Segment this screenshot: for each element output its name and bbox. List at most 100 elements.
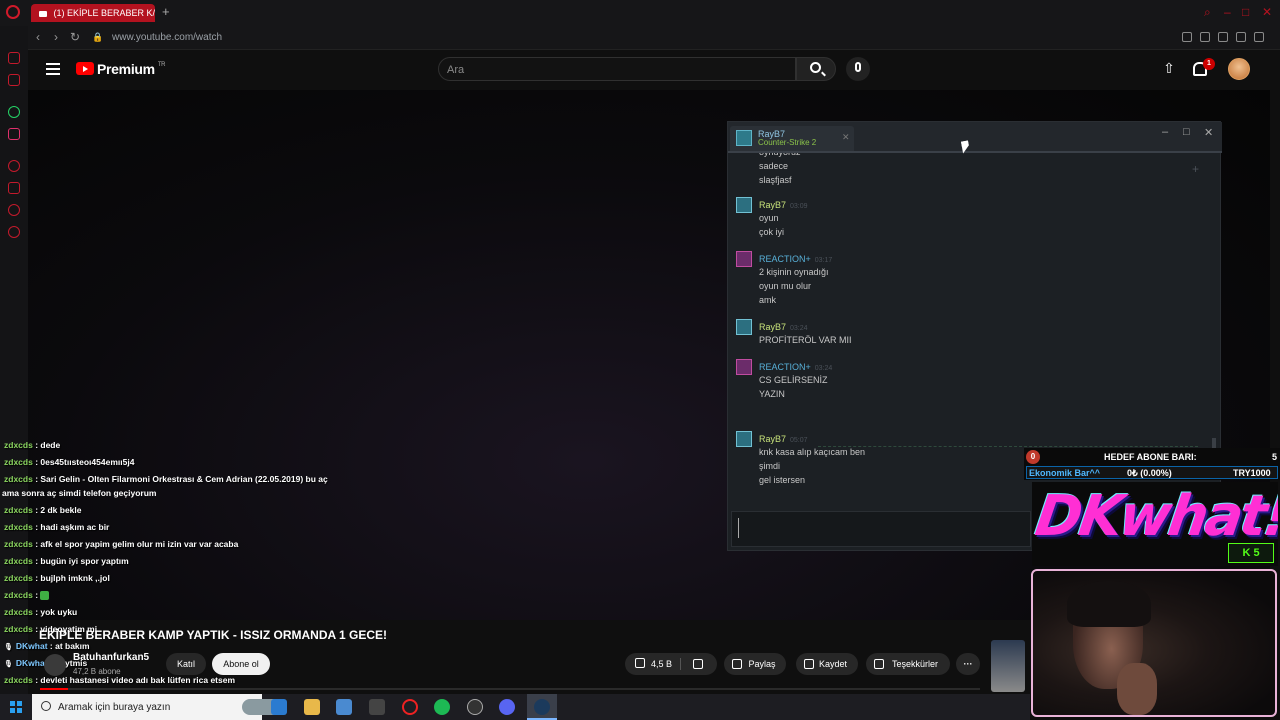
thanks-button[interactable]: Teşekkürler [866, 653, 950, 675]
unread-divider [818, 446, 1198, 447]
search-tabs-icon[interactable]: ⌕ [1204, 5, 1211, 20]
snapshot-icon[interactable] [1200, 32, 1210, 42]
youtube-premium-logo[interactable]: Premium TR [97, 61, 166, 77]
chat-separator: : [32, 590, 41, 600]
capcut-icon[interactable] [369, 699, 385, 715]
windows-icon[interactable] [10, 701, 22, 713]
subscribe-button[interactable]: Abone ol [212, 653, 270, 675]
history-icon[interactable] [8, 204, 20, 216]
chat-username[interactable]: zdxcds [4, 573, 33, 583]
join-button[interactable]: Katıl [166, 653, 206, 675]
message-avatar[interactable] [736, 431, 752, 447]
chat-username[interactable]: zdxcds [4, 590, 33, 600]
chat-username[interactable]: zdxcds [4, 675, 33, 685]
save-button[interactable]: Kaydet [796, 653, 858, 675]
account-avatar[interactable] [1228, 58, 1250, 80]
message-sender[interactable]: RayB7 05:07 [759, 434, 808, 444]
close-icon[interactable]: ✕ [1204, 126, 1213, 139]
message-avatar[interactable] [736, 359, 752, 375]
whatsapp-icon[interactable] [8, 106, 20, 118]
menu-icon[interactable] [46, 63, 60, 75]
message-sender[interactable]: REACTION+ 03:17 [759, 254, 832, 264]
steam-icon [534, 699, 550, 715]
search-input[interactable] [447, 62, 747, 78]
close-window-icon[interactable]: ✕ [1262, 5, 1272, 19]
chat-text: bujlph imknk ,.jol [40, 573, 110, 583]
message-avatar[interactable] [736, 251, 752, 267]
back-icon[interactable]: ‹ [36, 30, 40, 44]
discord-icon[interactable] [499, 699, 515, 715]
forward-icon[interactable]: › [54, 30, 58, 44]
steam-chat-tab[interactable]: RayB7 Counter-Strike 2 ✕ [730, 126, 854, 152]
opera-taskbar-icon[interactable] [402, 699, 418, 715]
chat-username[interactable]: zdxcds [4, 474, 33, 484]
message-sender[interactable]: RayB7 03:24 [759, 322, 808, 332]
task-view-icon[interactable] [271, 699, 287, 715]
like-count[interactable]: 4,5 B [651, 653, 672, 675]
steam-message-input[interactable] [738, 518, 1018, 538]
video-title: EKİPLE BERABER KAMP YAPTIK - ISSIZ ORMAN… [39, 628, 388, 642]
chat-username[interactable]: zdxcds [4, 457, 33, 467]
chat-username[interactable]: zdxcds [4, 607, 33, 617]
chat-username[interactable]: DKwhat [16, 641, 48, 651]
channel-name[interactable]: Batuhanfurkan5 [73, 652, 149, 663]
chat-message: zdxcds : 0es45tıısteoı454emıı5j4 [4, 457, 134, 467]
chat-username[interactable]: zdxcds [4, 440, 33, 450]
browser-tab-youtube[interactable]: (1) EKİPLE BERABER K/ [31, 4, 155, 22]
channel-avatar[interactable] [44, 654, 66, 676]
windows-taskbar [0, 694, 1030, 720]
voice-search-button[interactable] [846, 57, 870, 81]
dislike-icon[interactable] [693, 659, 703, 669]
share-button[interactable]: Paylaş [724, 653, 786, 675]
download-icon[interactable] [1236, 32, 1246, 42]
monitor-app-icon[interactable] [336, 699, 352, 715]
shield-icon[interactable] [1218, 32, 1228, 42]
settings-icon[interactable] [8, 226, 20, 238]
bookmark-icon[interactable] [1182, 32, 1192, 42]
chat-username[interactable]: zdxcds [4, 624, 33, 634]
opera-icon[interactable] [6, 5, 20, 19]
youtube-logo-icon[interactable] [76, 62, 94, 75]
chat-username[interactable]: zdxcds [4, 505, 33, 515]
twitch-icon[interactable] [8, 74, 20, 86]
minimize-icon[interactable]: – [1162, 126, 1168, 138]
close-tab-icon[interactable]: ✕ [842, 132, 850, 143]
goal-amount: TRY1000 [1233, 468, 1271, 478]
message-line: knk kasa alıp kaçıcam ben [759, 447, 866, 457]
chat-username[interactable]: zdxcds [4, 522, 33, 532]
url-field[interactable]: www.youtube.com/watch [112, 32, 222, 43]
related-video-thumbnail[interactable] [991, 640, 1025, 692]
taskbar-search-input[interactable] [58, 699, 208, 715]
broadcaster-badge-icon: 🎙 [4, 661, 13, 668]
reload-icon[interactable]: ↻ [70, 30, 80, 44]
maximize-icon[interactable]: □ [1183, 126, 1190, 138]
new-tab-button[interactable]: + [162, 4, 170, 20]
chat-username[interactable]: zdxcds [4, 556, 33, 566]
chat-username[interactable]: zdxcds [4, 539, 33, 549]
message-avatar[interactable] [736, 319, 752, 335]
message-sender[interactable]: REACTION+ 03:24 [759, 362, 832, 372]
search-button[interactable] [796, 57, 836, 81]
message-avatar[interactable] [736, 197, 752, 213]
spotify-icon[interactable] [434, 699, 450, 715]
music-icon[interactable] [8, 160, 20, 172]
like-icon[interactable] [635, 658, 645, 668]
obs-icon[interactable] [467, 699, 483, 715]
messenger-icon[interactable] [8, 52, 20, 64]
youtube-favicon-icon [39, 10, 47, 17]
maximize-window-icon[interactable]: □ [1242, 5, 1249, 19]
message-sender[interactable]: RayB7 03:09 [759, 200, 808, 210]
file-explorer-icon[interactable] [304, 699, 320, 715]
minimize-window-icon[interactable]: – [1224, 5, 1231, 19]
add-friend-icon[interactable]: + [1192, 162, 1199, 176]
more-actions-button[interactable]: ··· [956, 653, 980, 675]
heart-icon[interactable] [1254, 32, 1264, 42]
chat-username[interactable]: DKwhat [16, 658, 48, 668]
video-progress-bar[interactable] [40, 688, 980, 690]
active-app-steam[interactable] [527, 694, 557, 720]
instagram-icon[interactable] [8, 128, 20, 140]
player-icon[interactable] [8, 182, 20, 194]
upload-icon[interactable]: ⇧ [1162, 61, 1176, 77]
streamer-logo-text: DKwhat! [1032, 484, 1278, 549]
steam-title-bar[interactable]: RayB7 Counter-Strike 2 ✕ – □ ✕ [728, 122, 1222, 152]
